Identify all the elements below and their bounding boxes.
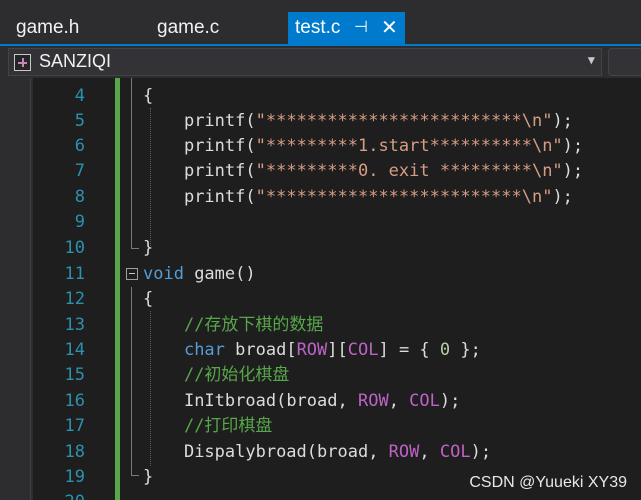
code-text[interactable]: } [143, 465, 153, 490]
code-line: 18 Dispalybroad(broad, ROW, COL); [0, 440, 641, 465]
line-number: 19 [64, 467, 85, 487]
code-text[interactable]: char broad[ROW][COL] = { 0 }; [143, 338, 481, 363]
line-number: 7 [74, 161, 85, 181]
line-number: 15 [64, 365, 85, 385]
navigation-bar: SANZIQI ▼ [0, 46, 641, 78]
code-line: 8 printf("*************************\n"); [0, 185, 641, 210]
close-icon[interactable]: ✕ [381, 12, 398, 44]
code-line: 6 printf("*********1.start**********\n")… [0, 134, 641, 159]
code-text[interactable]: //存放下棋的数据 [143, 313, 323, 338]
code-text[interactable]: { [143, 287, 153, 312]
code-line: 14 char broad[ROW][COL] = { 0 }; [0, 338, 641, 363]
line-number: 11 [64, 264, 85, 284]
code-text[interactable]: //打印棋盘 [143, 414, 272, 439]
code-line: 11 void game() [0, 262, 641, 287]
code-text[interactable]: printf("*************************\n"); [143, 109, 573, 134]
code-line: 13 //存放下棋的数据 [0, 313, 641, 338]
code-editor[interactable]: 4 { 5 printf("*************************\… [0, 78, 641, 500]
watermark: CSDN @Yuueki XY39 [469, 474, 627, 491]
code-line: 5 printf("*************************\n"); [0, 109, 641, 134]
project-icon [14, 54, 31, 71]
line-number: 9 [74, 212, 85, 232]
line-number: 13 [64, 315, 85, 335]
code-text[interactable]: //初始化棋盘 [143, 363, 289, 388]
code-line: 4 { [0, 84, 641, 109]
line-number: 14 [64, 340, 85, 360]
line-number: 6 [74, 136, 85, 156]
line-number: 10 [64, 238, 85, 258]
collapse-icon[interactable] [126, 268, 138, 280]
code-line: 16 InItbroad(broad, ROW, COL); [0, 389, 641, 414]
line-number: 8 [74, 187, 85, 207]
code-line: 7 printf("*********0. exit *********\n")… [0, 159, 641, 184]
code-text[interactable]: } [143, 236, 153, 261]
code-text[interactable]: void game() [143, 262, 256, 287]
code-text[interactable]: Dispalybroad(broad, ROW, COL); [143, 440, 491, 465]
project-scope-dropdown[interactable]: SANZIQI ▼ [8, 48, 602, 76]
editor-tab-bar: game.h game.c test.c ⊣ ✕ [0, 0, 641, 44]
line-number: 5 [74, 111, 85, 131]
code-text[interactable]: printf("*************************\n"); [143, 185, 573, 210]
tab-test-c[interactable]: test.c ⊣ ✕ [288, 12, 405, 44]
line-number: 17 [64, 416, 85, 436]
code-text[interactable]: { [143, 84, 153, 109]
chevron-down-icon[interactable]: ▼ [588, 53, 595, 67]
code-text[interactable]: printf("*********0. exit *********\n"); [143, 159, 583, 184]
tab-test-c-label: test.c [295, 17, 341, 38]
line-number: 4 [74, 86, 85, 106]
member-scope-dropdown[interactable] [608, 48, 641, 76]
code-line: 15 //初始化棋盘 [0, 363, 641, 388]
line-number: 20 [40, 490, 85, 500]
tab-game-c[interactable]: game.c [157, 12, 219, 44]
code-line: 10 } [0, 236, 641, 261]
pin-icon[interactable]: ⊣ [354, 12, 368, 44]
code-text[interactable]: InItbroad(broad, ROW, COL); [143, 389, 460, 414]
project-scope-label: SANZIQI [39, 51, 112, 71]
code-text[interactable]: printf("*********1.start**********\n"); [143, 134, 583, 159]
code-line: 17 //打印棋盘 [0, 414, 641, 439]
line-number: 18 [64, 442, 85, 462]
code-line: 9 [0, 210, 641, 235]
line-number: 16 [64, 391, 85, 411]
tab-game-h[interactable]: game.h [16, 12, 79, 44]
line-number: 12 [64, 289, 85, 309]
code-line: 12 { [0, 287, 641, 312]
